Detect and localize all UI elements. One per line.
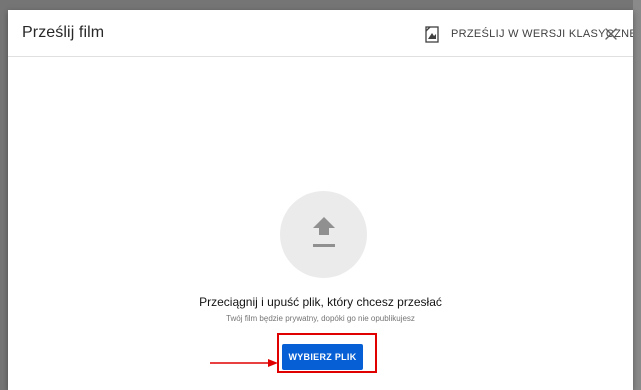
classic-upload-icon xyxy=(425,25,439,43)
privacy-note: Twój film będzie prywatny, dopóki go nie… xyxy=(226,314,415,323)
drag-drop-instruction: Przeciągnij i upuść plik, który chcesz p… xyxy=(199,295,442,309)
dialog-title: Prześlij film xyxy=(22,24,105,41)
select-file-button[interactable]: WYBIERZ PLIK xyxy=(282,344,363,370)
page-backdrop xyxy=(633,0,641,390)
close-icon[interactable] xyxy=(604,27,618,41)
upload-arrow-icon xyxy=(311,215,337,254)
upload-dialog: Prześlij film PRZEŚLIJ W WERSJI KLASYCZN… xyxy=(8,10,633,390)
upload-drop-zone-icon-circle[interactable] xyxy=(280,191,367,278)
dialog-header: Prześlij film PRZEŚLIJ W WERSJI KLASYCZN… xyxy=(8,10,633,57)
classic-upload-link[interactable]: PRZEŚLIJ W WERSJI KLASYCZNEJ xyxy=(425,24,633,44)
